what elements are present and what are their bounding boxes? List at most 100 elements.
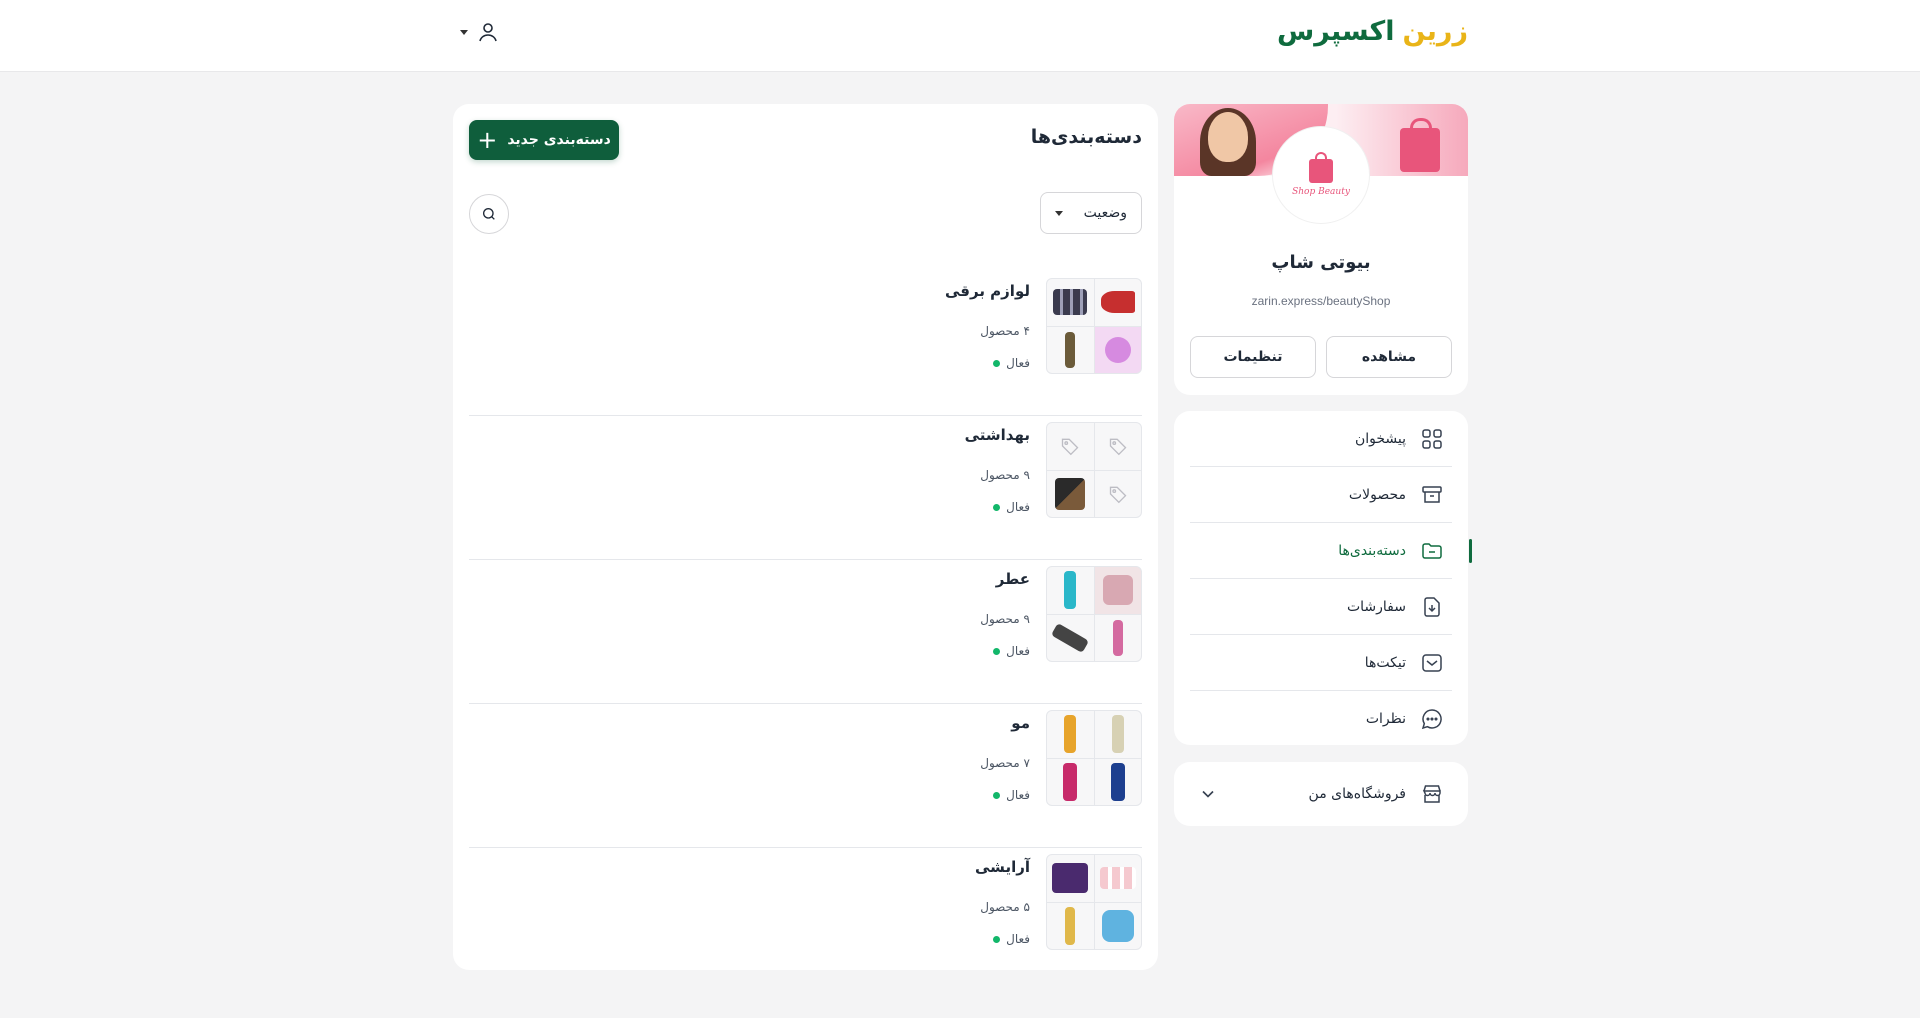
category-row[interactable]: لوازم برقی ۴ محصول فعال [469,272,1142,416]
sidebar-item-label: پیشخوان [1354,430,1406,447]
status-text: فعال [1006,788,1030,802]
status-text: فعال [1006,932,1030,946]
folder-icon [1420,539,1444,563]
page-title: دسته‌بندی‌ها [1030,126,1142,148]
category-name: عطر [995,570,1030,588]
brand-logo[interactable]: زرین اکسپرس [1276,16,1469,47]
category-product-count: ۹ محصول [980,468,1030,482]
tag-icon [1047,423,1094,470]
category-row[interactable]: عطر ۹ محصول فعال [469,560,1142,704]
status-dot [993,503,1001,511]
product-thumb [1047,855,1094,902]
my-stores-label: فروشگاه‌های من [1308,786,1406,802]
category-status: فعال [993,788,1030,802]
user-menu[interactable] [460,20,500,44]
inbox-icon [1420,651,1444,675]
product-thumb [1047,470,1094,517]
category-row[interactable]: مو ۷ محصول فعال [469,704,1142,848]
shop-url[interactable]: zarin.express/beautyShop [1174,294,1468,308]
category-thumbnail [1046,854,1142,950]
status-text: فعال [1006,644,1030,658]
product-thumb [1047,567,1094,614]
sidebar-item-tickets[interactable]: تیکت‌ها [1190,635,1452,691]
banner-model-face [1208,112,1248,162]
category-name: بهداشتی [964,426,1030,444]
category-product-count: ۵ محصول [980,900,1030,914]
status-dot [993,647,1001,655]
new-category-label: دسته‌بندی جدید [507,132,611,148]
sidebar-item-label: نظرات [1365,711,1406,727]
category-row[interactable]: آرایشی ۵ محصول فعال [469,848,1142,992]
dashboard-grid-icon [1420,427,1444,451]
download-document-icon [1420,595,1444,619]
product-thumb [1094,614,1141,661]
product-thumb [1094,567,1141,614]
product-thumb [1047,614,1094,661]
shop-name: بیوتی شاپ [1271,252,1371,273]
status-dot [993,791,1001,799]
product-thumb [1047,758,1094,805]
chevron-down-icon [1202,790,1214,798]
chat-bubble-icon [1420,707,1444,731]
category-status: فعال [993,356,1030,370]
product-thumb [1094,902,1141,949]
category-list: لوازم برقی ۴ محصول فعال بهداشتی ۹ محصول … [469,272,1142,992]
search-button[interactable] [469,194,509,234]
chevron-down-icon [1055,210,1063,216]
my-stores-dropdown[interactable]: فروشگاه‌های من [1174,762,1468,826]
new-category-button[interactable]: دسته‌بندی جدید + [469,120,619,160]
store-icon [1420,782,1444,806]
status-text: فعال [1006,500,1030,514]
product-thumb [1047,326,1094,373]
sidebar-item-label: تیکت‌ها [1364,654,1406,671]
product-thumb [1094,758,1141,805]
category-product-count: ۴ محصول [980,324,1030,338]
status-dot [993,935,1001,943]
sidebar-item-dashboard[interactable]: پیشخوان [1190,411,1452,467]
product-thumb [1094,855,1141,902]
product-thumb [1094,326,1141,373]
categories-panel: دسته‌بندی‌ها دسته‌بندی جدید + وضعیت لواز… [453,104,1158,970]
logo-word-express: اکسپرس [1276,16,1395,47]
category-name: مو [1011,714,1030,732]
sidebar-item-orders[interactable]: سفارشات [1190,579,1452,635]
product-thumb [1047,902,1094,949]
sidebar-menu: پیشخوان محصولات دسته‌بندی‌ها سفارشات [1174,411,1472,747]
status-text: فعال [1006,356,1030,370]
category-thumbnail [1046,278,1142,374]
category-thumbnail [1046,566,1142,662]
avatar-caption: Shop Beauty [1292,187,1350,197]
archive-box-icon [1420,483,1444,507]
plus-icon: + [477,126,498,154]
user-icon [479,23,497,42]
shop-avatar: Shop Beauty [1272,126,1370,224]
category-name: آرایشی [975,858,1030,876]
sidebar-item-products[interactable]: محصولات [1190,467,1452,523]
tag-icon [1094,470,1141,517]
sidebar-item-categories[interactable]: دسته‌بندی‌ها [1190,523,1472,579]
top-header: زرین اکسپرس [0,0,1920,72]
product-thumb [1094,279,1141,326]
shop-settings-button[interactable]: تنظیمات [1190,336,1316,378]
category-thumbnail [1046,422,1142,518]
logo-word-zarin: زرین [1402,16,1468,47]
status-dot [993,359,1001,367]
category-product-count: ۹ محصول [980,612,1030,626]
status-filter-select[interactable]: وضعیت [1040,192,1142,234]
sidebar-item-label: محصولات [1348,486,1406,503]
sidebar-item-comments[interactable]: نظرات [1190,691,1452,747]
category-row[interactable]: بهداشتی ۹ محصول فعال [469,416,1142,560]
category-status: فعال [993,500,1030,514]
view-shop-button[interactable]: مشاهده [1326,336,1452,378]
shopping-bag-icon [1400,118,1440,172]
status-filter-label: وضعیت [1083,205,1127,221]
shopping-bag-icon [1309,152,1333,183]
product-thumb [1047,279,1094,326]
product-thumb [1047,711,1094,758]
product-thumb [1094,711,1141,758]
category-status: فعال [993,932,1030,946]
chevron-down-icon [460,29,468,35]
category-thumbnail [1046,710,1142,806]
category-name: لوازم برقی [945,282,1030,300]
category-product-count: ۷ محصول [980,756,1030,770]
